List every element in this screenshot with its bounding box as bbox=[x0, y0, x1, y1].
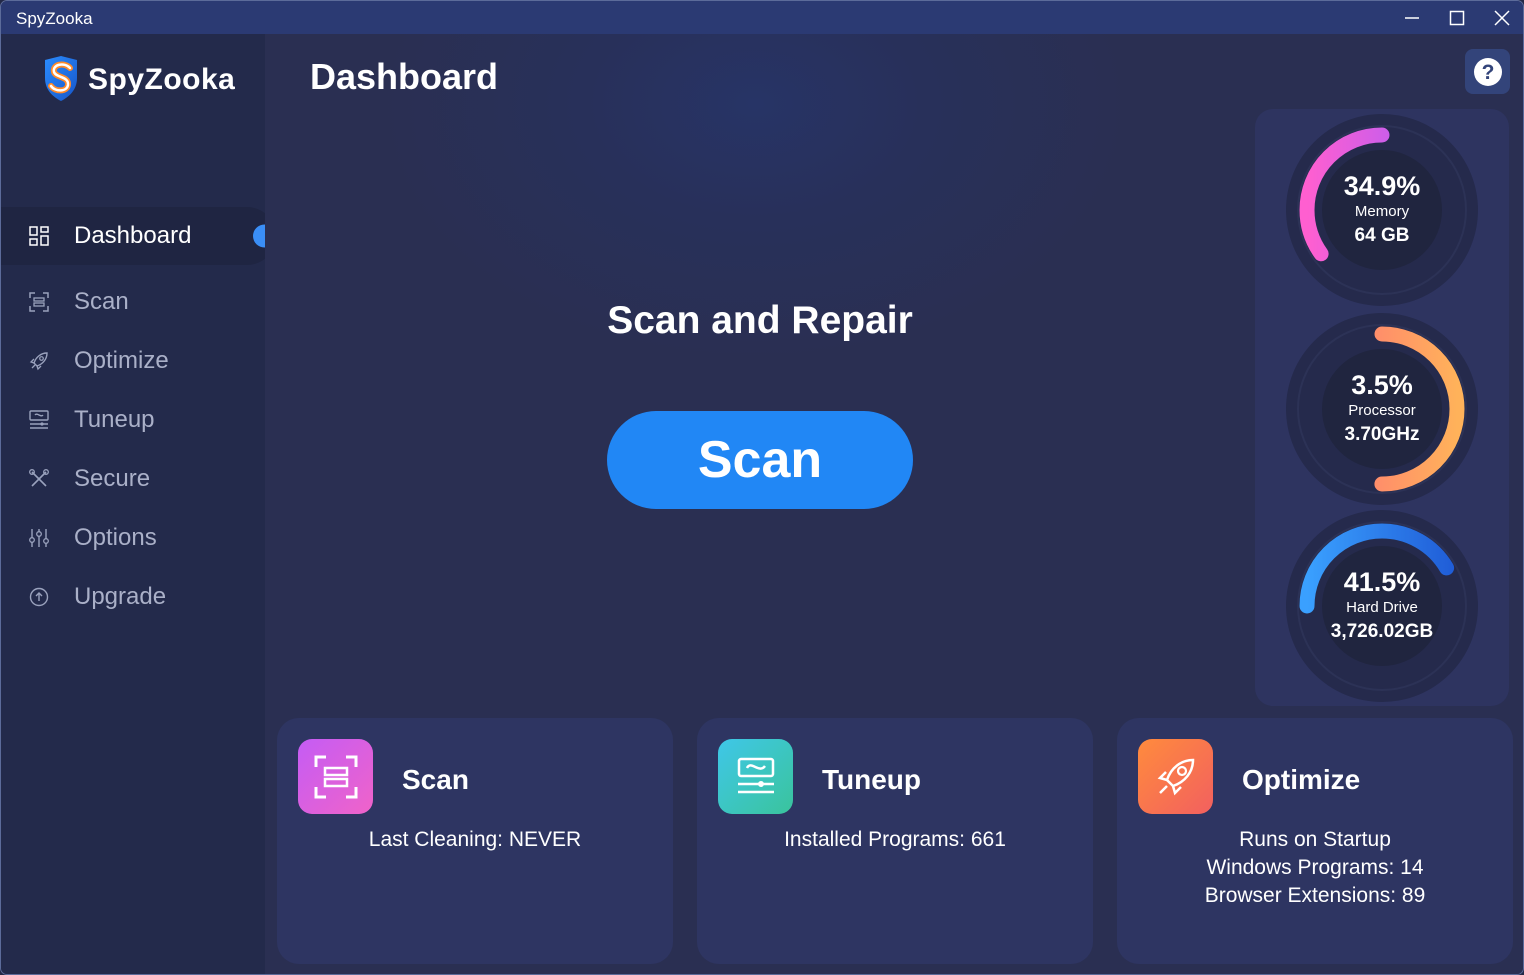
scan-card[interactable]: Scan Last Cleaning: NEVER bbox=[277, 718, 673, 964]
scan-icon bbox=[314, 755, 357, 798]
scan-and-repair-title: Scan and Repair bbox=[607, 299, 913, 342]
optimize-card-body: Runs on Startup Windows Programs: 14 Bro… bbox=[1117, 826, 1513, 910]
optimize-card-icon bbox=[1138, 739, 1213, 814]
memory-label: Memory bbox=[1354, 203, 1410, 220]
sliders-icon bbox=[29, 529, 49, 547]
memory-size: 64 GB bbox=[1354, 225, 1410, 246]
sidebar-item-options[interactable]: Options bbox=[1, 509, 265, 567]
sidebar-item-label: Dashboard bbox=[74, 222, 192, 249]
upgrade-icon bbox=[29, 587, 49, 607]
tuneup-card[interactable]: Tuneup Installed Programs: 661 bbox=[697, 718, 1093, 964]
tuneup-icon bbox=[29, 410, 49, 429]
tuneup-card-icon bbox=[718, 739, 793, 814]
page-title: Dashboard bbox=[310, 56, 499, 97]
memory-percent: 34.9% bbox=[1343, 171, 1421, 201]
memory-gauge: 34.9% Memory 64 GB bbox=[1283, 111, 1481, 309]
tuneup-card-body: Installed Programs: 661 bbox=[697, 826, 1093, 854]
main-content: Dashboard ? Scan and Repair Scan 34.9% M… bbox=[265, 34, 1523, 974]
sidebar-item-tuneup[interactable]: Tuneup bbox=[1, 391, 265, 449]
sidebar-item-label: Tuneup bbox=[74, 406, 155, 433]
spyzooka-logo: SpyZooka bbox=[41, 56, 241, 106]
scan-card-title: Scan bbox=[402, 764, 469, 795]
sidebar-item-label: Scan bbox=[74, 288, 129, 315]
runs-on-startup-text: Runs on Startup bbox=[1239, 828, 1391, 851]
scan-button[interactable]: Scan bbox=[607, 411, 913, 509]
sidebar-item-upgrade[interactable]: Upgrade bbox=[1, 568, 265, 626]
hard-drive-size: 3,726.02GB bbox=[1330, 621, 1434, 642]
installed-programs-text: Installed Programs: 661 bbox=[784, 828, 1006, 851]
svg-text:?: ? bbox=[1481, 61, 1494, 84]
app-window: SpyZooka SpyZooka Dashboard Scan Optimiz… bbox=[0, 0, 1524, 975]
tuneup-icon bbox=[737, 757, 774, 793]
maximize-icon bbox=[1449, 10, 1465, 25]
tuneup-card-title: Tuneup bbox=[822, 764, 922, 795]
sidebar-item-scan[interactable]: Scan bbox=[1, 273, 265, 331]
sidebar-item-label: Secure bbox=[74, 465, 151, 492]
optimize-card[interactable]: Optimize Runs on Startup Windows Program… bbox=[1117, 718, 1513, 964]
hard-drive-gauge: 41.5% Hard Drive 3,726.02GB bbox=[1283, 507, 1481, 705]
sidebar-item-label: Optimize bbox=[74, 347, 169, 374]
windows-programs-text: Windows Programs: 14 bbox=[1206, 856, 1424, 879]
sidebar-item-label: Options bbox=[74, 524, 157, 551]
minimize-icon bbox=[1405, 16, 1419, 19]
shield-logo-icon bbox=[45, 56, 77, 101]
maximize-button[interactable] bbox=[1435, 1, 1479, 34]
sidebar-item-dashboard[interactable]: Dashboard bbox=[1, 207, 276, 265]
processor-percent: 3.5% bbox=[1351, 370, 1413, 400]
system-gauges-panel: 34.9% Memory 64 GB 3.5% Processor 3.70GH… bbox=[1255, 109, 1509, 706]
scan-icon bbox=[29, 292, 49, 312]
optimize-card-title: Optimize bbox=[1242, 764, 1361, 795]
title-bar: SpyZooka bbox=[1, 1, 1523, 34]
sidebar-item-label: Upgrade bbox=[74, 583, 167, 610]
scan-card-body: Last Cleaning: NEVER bbox=[277, 826, 673, 854]
rocket-icon bbox=[29, 352, 48, 371]
close-icon bbox=[1494, 9, 1510, 26]
help-icon: ? bbox=[1473, 57, 1502, 86]
processor-label: Processor bbox=[1348, 402, 1416, 419]
minimize-button[interactable] bbox=[1390, 1, 1434, 34]
window-title: SpyZooka bbox=[16, 9, 93, 28]
sidebar: SpyZooka Dashboard Scan Optimize Tuneup … bbox=[1, 34, 276, 974]
help-button[interactable]: ? bbox=[1465, 49, 1510, 94]
browser-extensions-text: Browser Extensions: 89 bbox=[1204, 884, 1426, 907]
last-cleaning-text: Last Cleaning: NEVER bbox=[368, 828, 582, 851]
rocket-icon bbox=[1157, 758, 1194, 795]
scan-card-icon bbox=[298, 739, 373, 814]
processor-speed: 3.70GHz bbox=[1344, 424, 1420, 445]
sidebar-item-optimize[interactable]: Optimize bbox=[1, 332, 265, 390]
sidebar-item-secure[interactable]: Secure bbox=[1, 450, 265, 508]
dashboard-icon bbox=[29, 226, 49, 246]
hard-drive-label: Hard Drive bbox=[1346, 599, 1418, 616]
close-button[interactable] bbox=[1480, 1, 1523, 34]
hard-drive-percent: 41.5% bbox=[1343, 567, 1421, 597]
brand-name: SpyZooka bbox=[88, 63, 236, 96]
tools-icon bbox=[29, 469, 49, 487]
processor-gauge: 3.5% Processor 3.70GHz bbox=[1283, 310, 1481, 508]
